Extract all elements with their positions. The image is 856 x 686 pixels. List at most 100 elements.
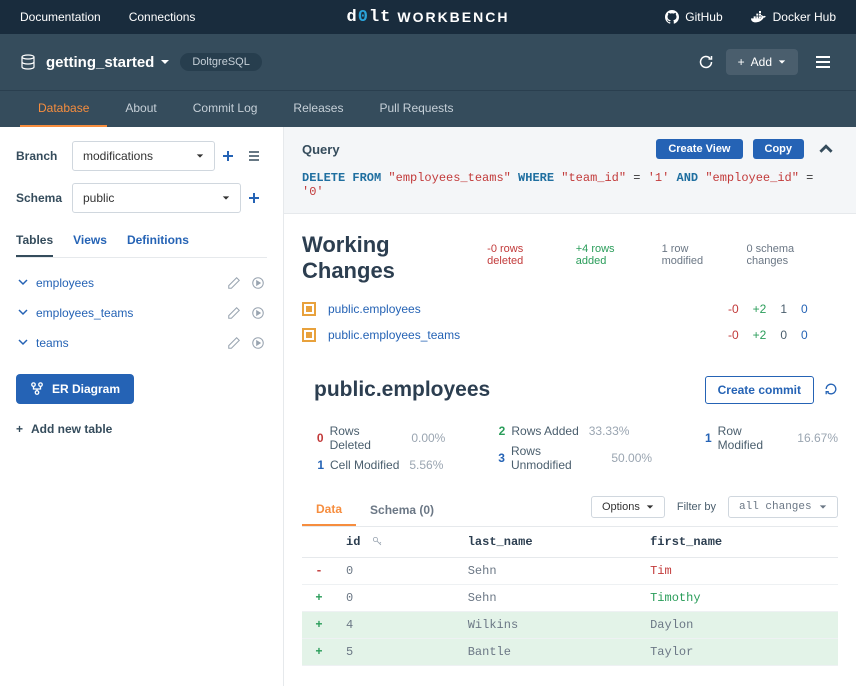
reset-icon [824, 382, 838, 396]
branch-list-button[interactable] [241, 143, 267, 169]
detail-tab-data[interactable]: Data [302, 494, 356, 526]
diff-cell: 0 [336, 585, 458, 612]
stat-schema: 0 schema changes [746, 243, 838, 267]
edit-icon[interactable] [227, 306, 241, 320]
table-name: employees_teams [36, 306, 133, 320]
menu-icon[interactable] [810, 50, 836, 74]
row-deleted-count: -0 [728, 302, 739, 316]
branch-select[interactable]: modifications [72, 141, 215, 171]
play-icon[interactable] [251, 336, 265, 350]
chevron-up-icon [819, 142, 833, 156]
docs-link[interactable]: Documentation [20, 10, 101, 24]
database-name[interactable]: getting_started [46, 54, 154, 71]
copy-query-button[interactable]: Copy [753, 139, 805, 159]
filter-select[interactable]: all changes [728, 496, 838, 518]
changed-table-row[interactable]: public.employees -0 +2 1 0 [302, 296, 838, 322]
repo-bar: getting_started DoltgreSQL +Add [0, 34, 856, 90]
changed-table-row[interactable]: public.employees_teams -0 +2 0 0 [302, 322, 838, 348]
column-header[interactable]: id [336, 527, 458, 558]
edit-icon[interactable] [227, 276, 241, 290]
chevron-down-icon [819, 503, 827, 511]
row-added-count: +2 [753, 328, 767, 342]
diff-cell: 4 [336, 612, 458, 639]
stat-grid: 0Rows Deleted0.00%1Cell Modified5.56%2Ro… [314, 424, 838, 472]
query-panel: Query Create View Copy DELETE FROM "empl… [284, 127, 856, 214]
add-schema-button[interactable] [241, 185, 267, 211]
sidebar-tabs: Tables Views Definitions [16, 233, 267, 258]
database-icon [20, 54, 36, 70]
reset-button[interactable] [824, 382, 838, 399]
engine-pill: DoltgreSQL [180, 53, 261, 71]
diff-cell: Timothy [640, 585, 838, 612]
schema-change-count: 0 [801, 302, 808, 316]
column-header[interactable]: first_name [640, 527, 838, 558]
add-button[interactable]: +Add [726, 49, 798, 75]
play-icon[interactable] [251, 276, 265, 290]
sidebar-tab-tables[interactable]: Tables [16, 233, 53, 257]
collapse-query-button[interactable] [814, 137, 838, 161]
diff-sign: + [302, 585, 336, 612]
row-deleted-count: -0 [728, 328, 739, 342]
row-added-count: +2 [753, 302, 767, 316]
table-name: employees [36, 276, 94, 290]
chevron-down-icon [18, 337, 28, 347]
brand-logo: d0lt WORKBENCH [347, 8, 510, 27]
modified-icon [302, 302, 316, 316]
content: Query Create View Copy DELETE FROM "empl… [284, 127, 856, 686]
refresh-icon[interactable] [698, 54, 714, 70]
sidebar-tab-views[interactable]: Views [73, 233, 107, 257]
stat-item: 1Cell Modified5.56% [314, 458, 445, 472]
diff-row: +5BantleTaylor [302, 639, 838, 666]
database-dropdown-icon[interactable] [160, 57, 170, 67]
github-link[interactable]: GitHub [665, 10, 722, 24]
table-item[interactable]: teams [16, 328, 267, 358]
diff-sign: + [302, 612, 336, 639]
tab-releases[interactable]: Releases [275, 91, 361, 127]
diff-cell: 0 [336, 558, 458, 585]
detail-tab-schema[interactable]: Schema (0) [356, 495, 448, 525]
play-icon[interactable] [251, 306, 265, 320]
diff-row: +0SehnTimothy [302, 585, 838, 612]
tab-pull-requests[interactable]: Pull Requests [361, 91, 471, 127]
add-branch-button[interactable] [215, 143, 241, 169]
diff-row: -0SehnTim [302, 558, 838, 585]
create-view-button[interactable]: Create View [656, 139, 742, 159]
sidebar-tab-definitions[interactable]: Definitions [127, 233, 189, 257]
schema-select[interactable]: public [72, 183, 241, 213]
chevron-down-icon [778, 58, 786, 66]
stat-item: 1Row Modified16.67% [702, 424, 838, 452]
table-detail: public.employees Create commit 0Rows Del… [284, 358, 856, 686]
chevron-down-icon [18, 277, 28, 287]
diff-sign: + [302, 639, 336, 666]
filter-label: Filter by [677, 501, 716, 513]
schema-change-count: 0 [801, 328, 808, 342]
stat-item: 3Rows Unmodified50.00% [495, 444, 652, 472]
diff-cell: Sehn [458, 585, 640, 612]
query-sql[interactable]: DELETE FROM "employees_teams" WHERE "tea… [302, 171, 838, 199]
schema-label: Schema [16, 191, 72, 205]
working-changes: Working Changes -0 rows deleted +4 rows … [284, 214, 856, 358]
table-list: employees employees_teams teams [16, 268, 267, 358]
query-title: Query [302, 142, 340, 157]
connections-link[interactable]: Connections [129, 10, 196, 24]
working-changes-title: Working Changes [302, 232, 487, 284]
tab-about[interactable]: About [107, 91, 174, 127]
row-modified-count: 1 [780, 302, 787, 316]
add-table-button[interactable]: +Add new table [16, 422, 267, 436]
table-item[interactable]: employees [16, 268, 267, 298]
diagram-icon [30, 382, 44, 396]
chevron-down-icon [646, 503, 654, 511]
row-modified-count: 0 [780, 328, 787, 342]
diff-cell: Tim [640, 558, 838, 585]
diff-sign: - [302, 558, 336, 585]
options-button[interactable]: Options [591, 496, 665, 518]
tab-commit-log[interactable]: Commit Log [175, 91, 276, 127]
tab-database[interactable]: Database [20, 91, 107, 127]
changed-table-name: public.employees [328, 302, 421, 316]
docker-link[interactable]: Docker Hub [751, 10, 836, 24]
table-item[interactable]: employees_teams [16, 298, 267, 328]
create-commit-button[interactable]: Create commit [705, 376, 814, 404]
column-header[interactable]: last_name [458, 527, 640, 558]
edit-icon[interactable] [227, 336, 241, 350]
er-diagram-button[interactable]: ER Diagram [16, 374, 134, 404]
